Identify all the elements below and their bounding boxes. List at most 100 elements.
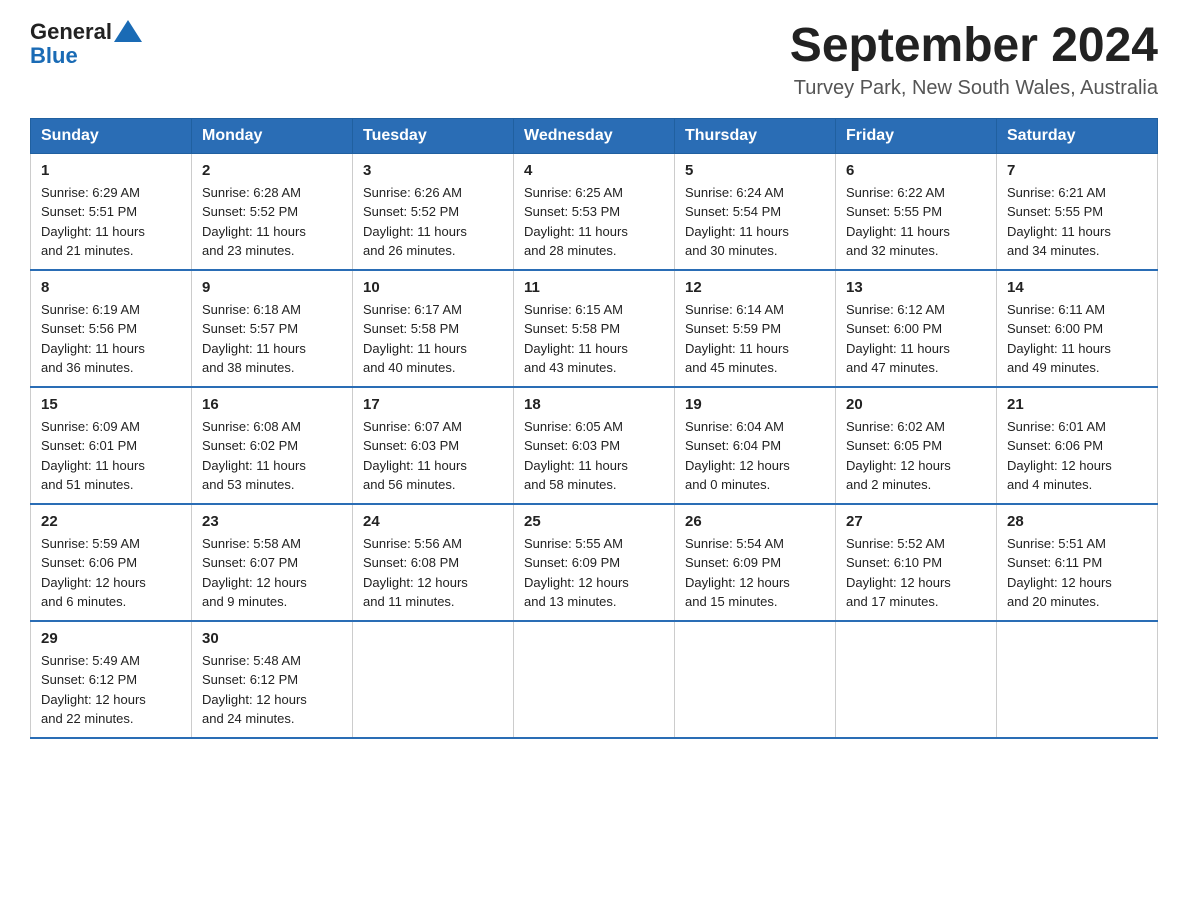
day-info: Sunrise: 6:15 AMSunset: 5:58 PMDaylight:… — [524, 300, 664, 378]
day-info: Sunrise: 5:58 AMSunset: 6:07 PMDaylight:… — [202, 534, 342, 612]
header-monday: Monday — [192, 118, 353, 153]
day-info: Sunrise: 6:19 AMSunset: 5:56 PMDaylight:… — [41, 300, 181, 378]
weekday-header-row: SundayMondayTuesdayWednesdayThursdayFrid… — [31, 118, 1158, 153]
calendar-cell: 27 Sunrise: 5:52 AMSunset: 6:10 PMDayligh… — [836, 504, 997, 621]
calendar-cell: 22 Sunrise: 5:59 AMSunset: 6:06 PMDayligh… — [31, 504, 192, 621]
day-number: 3 — [363, 162, 503, 179]
day-info: Sunrise: 6:21 AMSunset: 5:55 PMDaylight:… — [1007, 183, 1147, 261]
header-thursday: Thursday — [675, 118, 836, 153]
calendar-cell: 18 Sunrise: 6:05 AMSunset: 6:03 PMDayligh… — [514, 387, 675, 504]
calendar-cell: 29Sunrise: 5:49 AMSunset: 6:12 PMDayligh… — [31, 621, 192, 738]
day-info: Sunrise: 5:54 AMSunset: 6:09 PMDaylight:… — [685, 534, 825, 612]
day-info: Sunrise: 6:24 AMSunset: 5:54 PMDaylight:… — [685, 183, 825, 261]
calendar-cell: 25 Sunrise: 5:55 AMSunset: 6:09 PMDayligh… — [514, 504, 675, 621]
calendar-cell: 16 Sunrise: 6:08 AMSunset: 6:02 PMDayligh… — [192, 387, 353, 504]
logo: General Blue — [30, 20, 142, 68]
day-number: 7 — [1007, 162, 1147, 179]
calendar-cell: 7 Sunrise: 6:21 AMSunset: 5:55 PMDaylight… — [997, 153, 1158, 270]
day-info: Sunrise: 6:04 AMSunset: 6:04 PMDaylight:… — [685, 417, 825, 495]
day-number: 11 — [524, 279, 664, 296]
week-row-3: 15Sunrise: 6:09 AMSunset: 6:01 PMDayligh… — [31, 387, 1158, 504]
day-info: Sunrise: 6:12 AMSunset: 6:00 PMDaylight:… — [846, 300, 986, 378]
calendar-cell: 17 Sunrise: 6:07 AMSunset: 6:03 PMDayligh… — [353, 387, 514, 504]
day-info: Sunrise: 5:55 AMSunset: 6:09 PMDaylight:… — [524, 534, 664, 612]
day-info: Sunrise: 6:02 AMSunset: 6:05 PMDaylight:… — [846, 417, 986, 495]
title-block: September 2024 Turvey Park, New South Wa… — [790, 20, 1158, 100]
calendar-cell: 9Sunrise: 6:18 AMSunset: 5:57 PMDaylight… — [192, 270, 353, 387]
day-info: Sunrise: 5:59 AMSunset: 6:06 PMDaylight:… — [41, 534, 181, 612]
calendar-cell — [353, 621, 514, 738]
calendar-cell: 10 Sunrise: 6:17 AMSunset: 5:58 PMDayligh… — [353, 270, 514, 387]
day-info: Sunrise: 6:11 AMSunset: 6:00 PMDaylight:… — [1007, 300, 1147, 378]
day-info: Sunrise: 6:26 AMSunset: 5:52 PMDaylight:… — [363, 183, 503, 261]
day-number: 14 — [1007, 279, 1147, 296]
logo-icon — [114, 20, 142, 42]
header-tuesday: Tuesday — [353, 118, 514, 153]
header-saturday: Saturday — [997, 118, 1158, 153]
day-info: Sunrise: 5:52 AMSunset: 6:10 PMDaylight:… — [846, 534, 986, 612]
calendar-cell — [675, 621, 836, 738]
day-info: Sunrise: 6:29 AMSunset: 5:51 PMDaylight:… — [41, 183, 181, 261]
calendar-cell: 15Sunrise: 6:09 AMSunset: 6:01 PMDayligh… — [31, 387, 192, 504]
calendar-cell — [997, 621, 1158, 738]
month-year-title: September 2024 — [790, 20, 1158, 73]
day-info: Sunrise: 6:08 AMSunset: 6:02 PMDaylight:… — [202, 417, 342, 495]
day-number: 25 — [524, 513, 664, 530]
day-number: 2 — [202, 162, 342, 179]
calendar-cell: 6Sunrise: 6:22 AMSunset: 5:55 PMDaylight… — [836, 153, 997, 270]
calendar-cell: 3 Sunrise: 6:26 AMSunset: 5:52 PMDaylight… — [353, 153, 514, 270]
day-info: Sunrise: 6:07 AMSunset: 6:03 PMDaylight:… — [363, 417, 503, 495]
day-number: 12 — [685, 279, 825, 296]
day-number: 28 — [1007, 513, 1147, 530]
week-row-1: 1Sunrise: 6:29 AMSunset: 5:51 PMDaylight… — [31, 153, 1158, 270]
calendar-cell: 23Sunrise: 5:58 AMSunset: 6:07 PMDayligh… — [192, 504, 353, 621]
day-number: 4 — [524, 162, 664, 179]
day-number: 24 — [363, 513, 503, 530]
day-info: Sunrise: 6:22 AMSunset: 5:55 PMDaylight:… — [846, 183, 986, 261]
day-info: Sunrise: 6:28 AMSunset: 5:52 PMDaylight:… — [202, 183, 342, 261]
day-number: 13 — [846, 279, 986, 296]
page-header: General Blue September 2024 Turvey Park,… — [30, 20, 1158, 100]
logo-text-general: General — [30, 20, 112, 44]
day-number: 18 — [524, 396, 664, 413]
week-row-2: 8Sunrise: 6:19 AMSunset: 5:56 PMDaylight… — [31, 270, 1158, 387]
day-info: Sunrise: 6:17 AMSunset: 5:58 PMDaylight:… — [363, 300, 503, 378]
day-info: Sunrise: 5:51 AMSunset: 6:11 PMDaylight:… — [1007, 534, 1147, 612]
week-row-5: 29Sunrise: 5:49 AMSunset: 6:12 PMDayligh… — [31, 621, 1158, 738]
day-number: 30 — [202, 630, 342, 647]
day-info: Sunrise: 6:05 AMSunset: 6:03 PMDaylight:… — [524, 417, 664, 495]
calendar-cell: 26 Sunrise: 5:54 AMSunset: 6:09 PMDayligh… — [675, 504, 836, 621]
day-number: 15 — [41, 396, 181, 413]
week-row-4: 22 Sunrise: 5:59 AMSunset: 6:06 PMDayligh… — [31, 504, 1158, 621]
calendar-cell: 28 Sunrise: 5:51 AMSunset: 6:11 PMDayligh… — [997, 504, 1158, 621]
calendar-cell: 11 Sunrise: 6:15 AMSunset: 5:58 PMDayligh… — [514, 270, 675, 387]
calendar-cell: 30 Sunrise: 5:48 AMSunset: 6:12 PMDayligh… — [192, 621, 353, 738]
day-number: 10 — [363, 279, 503, 296]
calendar-cell: 24Sunrise: 5:56 AMSunset: 6:08 PMDayligh… — [353, 504, 514, 621]
day-info: Sunrise: 6:01 AMSunset: 6:06 PMDaylight:… — [1007, 417, 1147, 495]
day-number: 20 — [846, 396, 986, 413]
day-info: Sunrise: 5:48 AMSunset: 6:12 PMDaylight:… — [202, 651, 342, 729]
calendar-cell — [836, 621, 997, 738]
calendar-cell: 2 Sunrise: 6:28 AMSunset: 5:52 PMDaylight… — [192, 153, 353, 270]
calendar-cell: 8Sunrise: 6:19 AMSunset: 5:56 PMDaylight… — [31, 270, 192, 387]
calendar-cell — [514, 621, 675, 738]
calendar-cell: 12 Sunrise: 6:14 AMSunset: 5:59 PMDayligh… — [675, 270, 836, 387]
day-number: 21 — [1007, 396, 1147, 413]
calendar-cell: 1Sunrise: 6:29 AMSunset: 5:51 PMDaylight… — [31, 153, 192, 270]
day-info: Sunrise: 6:14 AMSunset: 5:59 PMDaylight:… — [685, 300, 825, 378]
header-sunday: Sunday — [31, 118, 192, 153]
day-number: 26 — [685, 513, 825, 530]
day-number: 29 — [41, 630, 181, 647]
location-subtitle: Turvey Park, New South Wales, Australia — [790, 77, 1158, 100]
day-number: 22 — [41, 513, 181, 530]
calendar-cell: 13 Sunrise: 6:12 AMSunset: 6:00 PMDayligh… — [836, 270, 997, 387]
day-number: 19 — [685, 396, 825, 413]
day-number: 27 — [846, 513, 986, 530]
header-wednesday: Wednesday — [514, 118, 675, 153]
calendar-cell: 19 Sunrise: 6:04 AMSunset: 6:04 PMDayligh… — [675, 387, 836, 504]
header-friday: Friday — [836, 118, 997, 153]
day-number: 17 — [363, 396, 503, 413]
calendar-cell: 21 Sunrise: 6:01 AMSunset: 6:06 PMDayligh… — [997, 387, 1158, 504]
day-number: 16 — [202, 396, 342, 413]
